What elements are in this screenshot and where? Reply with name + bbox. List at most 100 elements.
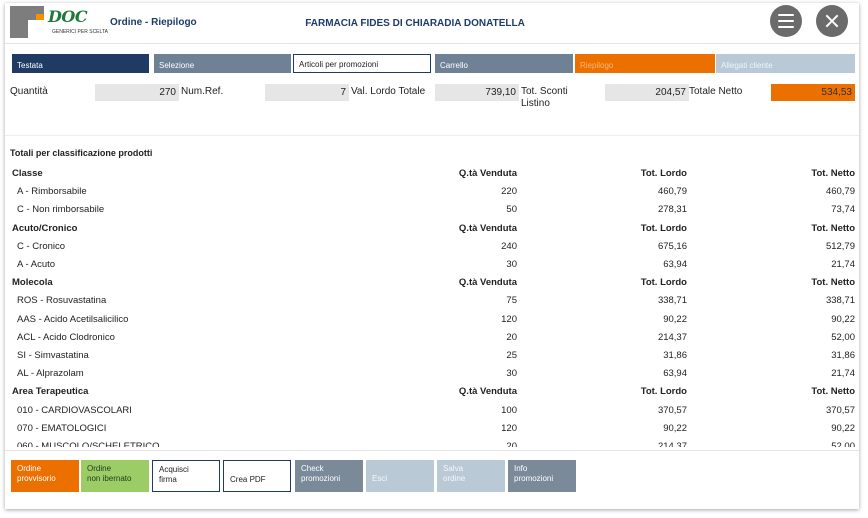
esci-button[interactable]: Esci	[366, 460, 434, 492]
tab-riepilogo[interactable]: Riepilogo	[575, 54, 715, 73]
ordine-provvisorio-button[interactable]: Ordine provvisorio	[11, 460, 79, 492]
close-button[interactable]	[816, 5, 848, 37]
table-row[interactable]: 070 - EMATOLOGICI 120 90,22 90,22	[5, 420, 859, 438]
tab-carrello[interactable]: Carrello	[435, 54, 573, 73]
row-qty: 120	[501, 422, 517, 434]
netto-label: Totale Netto	[689, 86, 743, 97]
row-netto: 73,74	[831, 204, 855, 216]
crea-pdf-button[interactable]: Crea PDF	[223, 460, 291, 492]
table-row[interactable]: C - Non rimborsabile 50 278,31 73,74	[5, 201, 859, 219]
menu-button[interactable]	[770, 5, 802, 37]
row-lordo: 214,37	[657, 441, 687, 447]
row-lordo: 90,22	[663, 422, 687, 434]
header: DOC GENERICI PER SCELTA Ordine - Riepilo…	[5, 3, 859, 43]
row-lordo: 214,37	[657, 331, 687, 343]
button-label: provvisorio	[17, 474, 56, 483]
row-lordo: 278,31	[657, 204, 687, 216]
table-row[interactable]: AAS - Acido Acetilsalicilico 120 90,22 90,2…	[5, 311, 859, 329]
close-icon	[816, 5, 848, 37]
row-netto: 21,74	[831, 368, 855, 380]
row-netto: 370,57	[825, 404, 855, 416]
table-row[interactable]: ROS - Rosuvastatina 75 338,71 338,71	[5, 292, 859, 310]
column-header-qty: Q.tà Venduta	[458, 386, 517, 398]
button-label: Check	[301, 464, 324, 473]
numref-value: 7	[265, 84, 349, 101]
table-row[interactable]: SI - Simvastatina 25 31,86 31,86	[5, 347, 859, 365]
column-header-lordo: Tot. Lordo	[640, 168, 687, 179]
row-netto: 31,86	[831, 350, 855, 361]
row-netto: 52,00	[831, 441, 855, 447]
classification-table[interactable]: Classe Q.tà Venduta Tot. Lordo Tot. Netto A …	[5, 165, 859, 447]
button-label: Ordine	[87, 464, 112, 473]
button-label: Salva	[443, 464, 464, 473]
row-qty: 120	[501, 313, 517, 325]
table-row[interactable]: 060 - MUSCOLO/SCHELETRICO 20 214,37 52,00	[5, 438, 859, 447]
table-row[interactable]: A - Rimborsabile 220 460,79 460,79	[5, 183, 859, 201]
logo-tagline: GENERICI PER SCELTA	[52, 29, 108, 35]
table-row[interactable]: ACL - Acido Clodronico 20 214,37 52,00	[5, 329, 859, 347]
button-label: Esci	[372, 474, 388, 483]
button-label: Acquisci	[159, 465, 189, 474]
salva-ordine-button[interactable]: Salva ordine	[437, 460, 505, 492]
section-title: Totali per classificazione prodotti	[10, 148, 153, 158]
column-header-lordo: Tot. Lordo	[640, 222, 687, 234]
logo-name: DOC	[48, 7, 88, 26]
row-lordo: 675,16	[657, 240, 687, 252]
button-label: promozioni	[301, 474, 341, 483]
row-netto: 90,22	[831, 422, 855, 434]
button-label: ordine	[443, 474, 466, 483]
row-label: AAS - Acido Acetilsalicilico	[17, 313, 129, 325]
table-row[interactable]: C - Cronico 240 675,16 512,79	[5, 238, 859, 256]
column-header-qty: Q.tà Venduta	[458, 277, 517, 289]
table-row[interactable]: AL - Alprazolam 30 63,94 21,74	[5, 365, 859, 383]
row-lordo: 90,22	[663, 313, 687, 325]
row-netto: 460,79	[825, 186, 855, 198]
tab-testata[interactable]: Testata	[12, 54, 149, 73]
menu-icon	[778, 14, 794, 28]
acquisci-firma-button[interactable]: Acquisci firma	[152, 460, 220, 492]
tab-articoli-promozioni[interactable]: Articoli per promozioni	[293, 54, 431, 73]
group-name: Classe	[12, 168, 43, 179]
button-label: promozioni	[514, 474, 554, 483]
row-netto: 512,79	[825, 240, 855, 252]
table-row[interactable]: A - Acuto 30 63,94 21,74	[5, 256, 859, 274]
row-label: ROS - Rosuvastatina	[17, 295, 107, 307]
sconti-value: 204,57	[605, 84, 689, 101]
check-promozioni-button[interactable]: Check promozioni	[295, 460, 363, 492]
numref-label: Num.Ref.	[181, 86, 224, 97]
tab-allegati-cliente[interactable]: Allegati cliente	[716, 54, 855, 73]
group-name: Molecola	[12, 277, 53, 289]
ordine-non-ibernato-button[interactable]: Ordine non ibernato	[81, 460, 149, 492]
button-label: Crea PDF	[230, 475, 266, 484]
group-header-row: Acuto/Cronico Q.tà Venduta Tot. Lordo Tot. …	[5, 220, 859, 238]
button-label: Ordine	[17, 464, 42, 473]
tab-selezione[interactable]: Selezione	[154, 54, 291, 73]
info-promozioni-button[interactable]: Info promozioni	[508, 460, 576, 492]
row-lordo: 63,94	[663, 368, 687, 380]
row-qty: 75	[506, 295, 517, 307]
row-label: C - Cronico	[17, 240, 66, 252]
pharmacy-name: FARMACIA FIDES DI CHIARADIA DONATELLA	[305, 18, 525, 29]
row-label: AL - Alprazolam	[17, 368, 84, 380]
lordo-label: Val. Lordo Totale	[351, 86, 426, 97]
row-qty: 20	[506, 331, 517, 343]
row-label: 060 - MUSCOLO/SCHELETRICO	[17, 441, 160, 447]
row-qty: 50	[506, 204, 517, 216]
column-header-qty: Q.tà Venduta	[458, 168, 517, 179]
row-qty: 30	[506, 368, 517, 380]
row-netto: 90,22	[831, 313, 855, 325]
column-header-netto: Tot. Netto	[811, 222, 855, 234]
table-row[interactable]: 010 - CARDIOVASCOLARI 100 370,57 370,57	[5, 402, 859, 420]
row-label: 010 - CARDIOVASCOLARI	[17, 404, 132, 416]
row-lordo: 31,86	[663, 350, 687, 361]
row-netto: 338,71	[825, 295, 855, 307]
lordo-value: 739,10	[435, 84, 519, 101]
column-header-netto: Tot. Netto	[811, 277, 855, 289]
quantita-value: 270	[95, 84, 179, 101]
column-header-netto: Tot. Netto	[811, 168, 855, 179]
row-qty: 30	[506, 259, 517, 270]
group-header-row: Molecola Q.tà Venduta Tot. Lordo Tot. Netto	[5, 274, 859, 292]
netto-value: 534,53	[771, 84, 855, 101]
row-qty: 220	[501, 186, 517, 198]
group-name: Acuto/Cronico	[12, 222, 78, 234]
